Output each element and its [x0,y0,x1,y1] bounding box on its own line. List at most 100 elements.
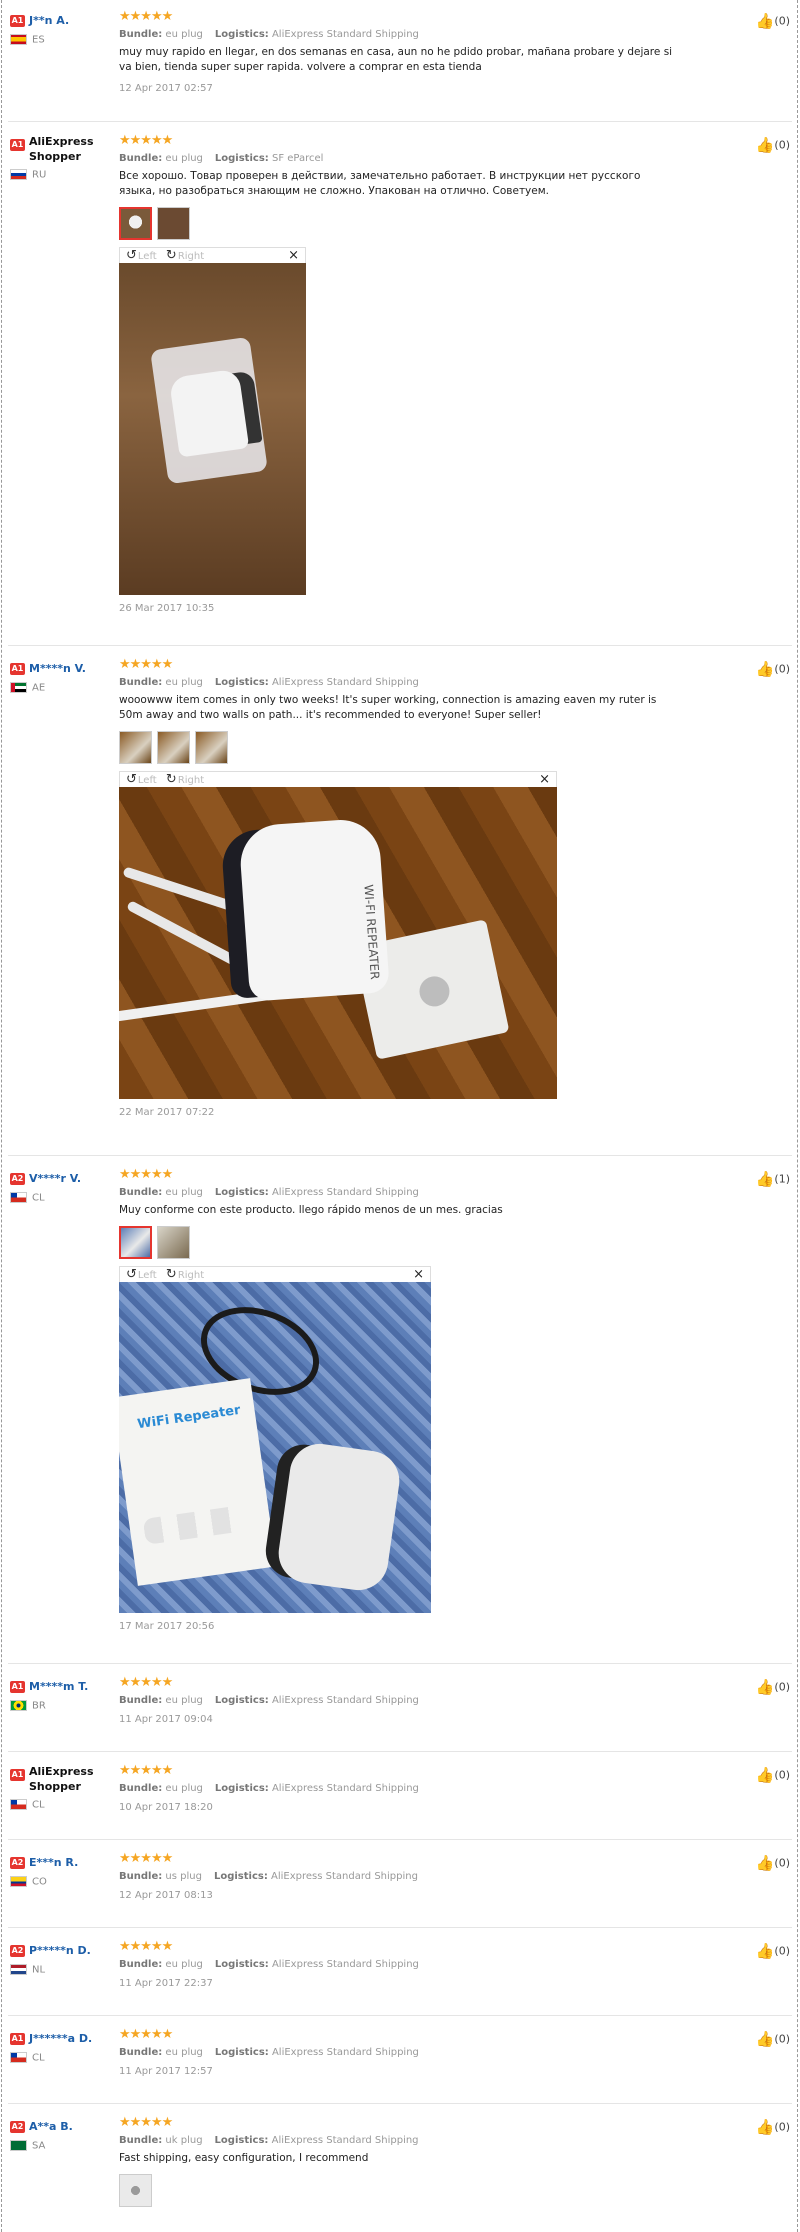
order-info: Bundle: uk plug Logistics: AliExpress Sta… [119,2135,679,2146]
order-info: Bundle: eu plug Logistics: AliExpress Sta… [119,677,679,688]
like-button[interactable]: 👍(0) [756,1854,790,1872]
country-flag-icon [10,2052,27,2063]
country-flag-icon [10,1876,27,1887]
reviewer-name[interactable]: V****r V. [29,1172,81,1185]
reviewer-info: A2 V****r V. CL [10,1168,112,1204]
photo-thumbnail[interactable] [157,731,190,764]
rotate-right-button[interactable]: ↻Right [166,1267,204,1282]
like-button[interactable]: 👍(0) [756,2118,790,2136]
reviewer-info: A2 A**a B. SA [10,2116,112,2152]
rotate-right-icon: ↻ [165,1267,177,1282]
review-item: A2 V****r V. CL ★★★★★ Bundle: eu plug Logi… [8,1156,792,1664]
like-button[interactable]: 👍(0) [756,136,790,154]
review-text: muy muy rapido en llegar, en dos semanas… [119,46,673,73]
photo-thumbnail[interactable] [157,207,190,240]
buyer-level-badge: A1 [10,138,25,151]
review-item: A2 A**a B. SA ★★★★★ Bundle: uk plug Logist… [8,2104,792,2232]
logistics-label: Logistics: [214,1959,269,1970]
like-count: (0) [774,2120,790,2134]
thumbs-up-icon: 👍 [755,660,775,678]
star-rating: ★★★★★ [119,9,173,24]
like-count: (0) [774,1768,790,1782]
logistics-value: AliExpress Standard Shipping [271,1959,419,1970]
rotate-left-button[interactable]: ↺Left [126,248,157,263]
bundle-value: eu plug [165,153,203,164]
like-button[interactable]: 👍(0) [756,12,790,30]
reviewer-info: A1 M****n V. AE [10,658,112,694]
rotate-right-icon: ↻ [165,248,177,263]
photo-thumbnail[interactable] [119,207,152,240]
logistics-value: AliExpress Standard Shipping [271,2047,419,2058]
like-button[interactable]: 👍(0) [756,1678,790,1696]
review-date: 12 Apr 2017 08:13 [119,1890,213,1901]
rotate-left-icon: ↺ [126,248,137,263]
country-code: BR [32,1700,46,1712]
like-count: (0) [774,662,790,676]
logistics-label: Logistics: [214,1783,269,1794]
logistics-label: Logistics: [214,2135,269,2146]
like-button[interactable]: 👍(0) [756,660,790,678]
country-flag-icon [10,169,27,180]
reviewer-name[interactable]: A**a B. [29,2120,73,2133]
review-date: 26 Mar 2017 10:35 [119,603,215,614]
rotate-right-icon: ↻ [165,772,177,787]
bundle-label: Bundle: [119,153,163,164]
reviewer-name[interactable]: J**n A. [29,14,69,27]
like-button[interactable]: 👍(0) [756,1766,790,1784]
photo-viewer: ↺Left ↻Right × WI-FI REPEATER [119,771,557,1099]
like-count: (0) [774,1680,790,1694]
star-rating: ★★★★★ [119,1763,173,1778]
reviewer-info: A2 E***n R. CO [10,1852,112,1888]
rotate-right-button[interactable]: ↻Right [166,772,204,787]
rotate-right-button[interactable]: ↻Right [166,248,204,263]
logistics-value: AliExpress Standard Shipping [271,1187,419,1198]
country-flag-icon [10,2140,27,2151]
like-count: (0) [774,14,790,28]
reviewer-info: A1 AliExpress Shopper RU [10,134,112,181]
reviewer-name[interactable]: E***n R. [29,1856,78,1869]
rotate-left-button[interactable]: ↺Left [126,772,157,787]
bundle-value: eu plug [165,2047,203,2058]
like-button[interactable]: 👍(0) [756,2030,790,2048]
buyer-level-badge: A1 [10,1680,25,1693]
photo-thumbnail[interactable] [119,2174,152,2207]
close-icon[interactable]: × [288,248,299,263]
logistics-label: Logistics: [214,2047,269,2058]
like-button[interactable]: 👍(0) [756,1942,790,1960]
photo-thumbnail[interactable] [119,731,152,764]
buyer-level-badge: A1 [10,1768,25,1781]
bundle-value: eu plug [165,1783,203,1794]
bundle-value: eu plug [165,677,203,688]
review-text: Fast shipping, easy configuration, I rec… [119,2152,369,2164]
review-date: 17 Mar 2017 20:56 [119,1621,215,1632]
photo-thumbnail[interactable] [119,1226,152,1259]
country-code: AE [32,682,46,694]
close-icon[interactable]: × [413,1267,424,1282]
thumbs-up-icon: 👍 [755,1766,775,1784]
star-rating: ★★★★★ [119,2027,173,2042]
rotate-left-button[interactable]: ↺Left [126,1267,157,1282]
bundle-label: Bundle: [119,1187,163,1198]
bundle-value: eu plug [165,1187,203,1198]
logistics-label: Logistics: [214,29,269,40]
reviewer-name[interactable]: M****n V. [29,662,86,675]
photo-thumbnail[interactable] [195,731,228,764]
thumbs-up-icon: 👍 [755,12,775,30]
rotate-left-icon: ↺ [126,772,137,787]
bundle-value: eu plug [165,1959,203,1970]
review-date: 12 Apr 2017 02:57 [119,83,213,94]
reviewer-name[interactable]: AliExpress Shopper [29,134,107,164]
photo-thumbnail[interactable] [157,1226,190,1259]
reviewer-name[interactable]: P*****n D. [29,1944,91,1957]
reviewer-name[interactable]: M****m T. [29,1680,88,1693]
reviewer-name[interactable]: AliExpress Shopper [29,1764,107,1794]
country-code: NL [32,1964,46,1976]
bundle-label: Bundle: [119,1783,163,1794]
review-item: A1 M****n V. AE ★★★★★ Bundle: eu plug Logi… [8,646,792,1156]
logistics-label: Logistics: [214,153,269,164]
close-icon[interactable]: × [539,772,550,787]
bundle-label: Bundle: [119,677,163,688]
bundle-label: Bundle: [119,2135,163,2146]
reviewer-name[interactable]: J******a D. [29,2032,92,2045]
like-button[interactable]: 👍(1) [756,1170,790,1188]
